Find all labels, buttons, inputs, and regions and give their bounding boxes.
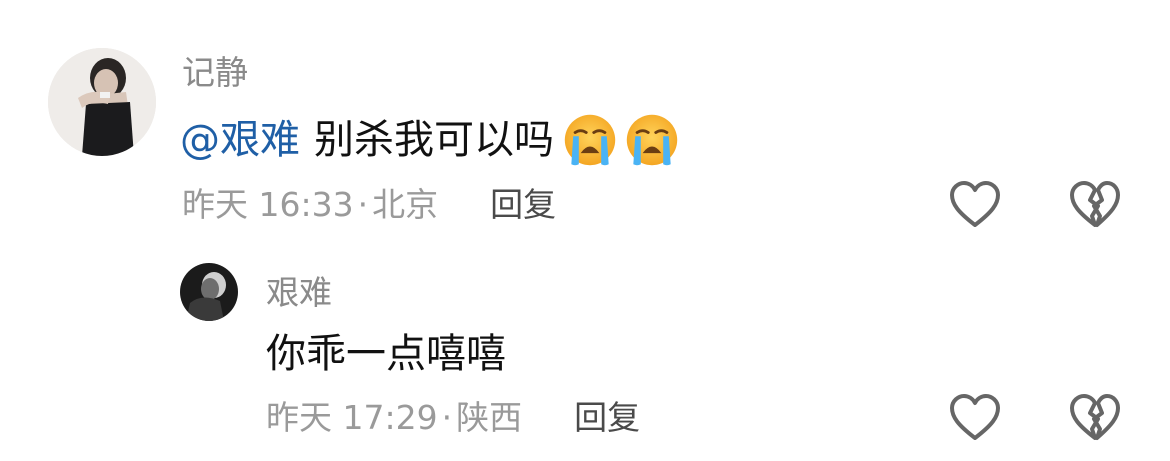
- reply-time: 昨天 17:29: [266, 398, 438, 437]
- avatar-photo-icon: [48, 48, 156, 156]
- loudly-crying-face-emoji: [562, 112, 618, 168]
- avatar-photo-icon: [180, 263, 238, 321]
- heart-outline-icon[interactable]: [948, 180, 1002, 230]
- reply-author-name[interactable]: 艰难: [266, 273, 332, 313]
- comment-time: 昨天 16:33: [182, 185, 354, 224]
- broken-heart-icon[interactable]: [1068, 393, 1122, 443]
- broken-heart-icon[interactable]: [1068, 180, 1122, 230]
- reply-location: 陕西: [456, 398, 523, 437]
- meta-separator: ·: [441, 398, 453, 437]
- reply-content: 你乖一点嘻嘻: [266, 330, 506, 378]
- heart-outline-icon[interactable]: [948, 393, 1002, 443]
- reply-meta: 昨天 17:29 · 陕西 回复: [266, 398, 640, 438]
- comment-content: @艰难 别杀我可以吗: [180, 112, 680, 168]
- comment-location: 北京: [372, 185, 439, 224]
- mention-link[interactable]: @艰难: [180, 116, 300, 164]
- meta-separator: ·: [357, 185, 369, 224]
- reply-avatar[interactable]: [180, 263, 238, 321]
- comment-meta: 昨天 16:33 · 北京 回复: [182, 185, 556, 225]
- comment-thread: 记静 @艰难 别杀我可以吗 昨天 16:33 · 北京 回复 艰难 你乖一点嘻嘻…: [0, 0, 1170, 461]
- loudly-crying-face-emoji: [624, 112, 680, 168]
- avatar[interactable]: [48, 48, 156, 156]
- reply-button[interactable]: 回复: [490, 185, 556, 225]
- comment-text: 别杀我可以吗: [314, 117, 554, 163]
- reply-reply-button[interactable]: 回复: [574, 398, 640, 438]
- comment-author-name[interactable]: 记静: [182, 53, 248, 93]
- reply-text: 你乖一点嘻嘻: [266, 331, 506, 377]
